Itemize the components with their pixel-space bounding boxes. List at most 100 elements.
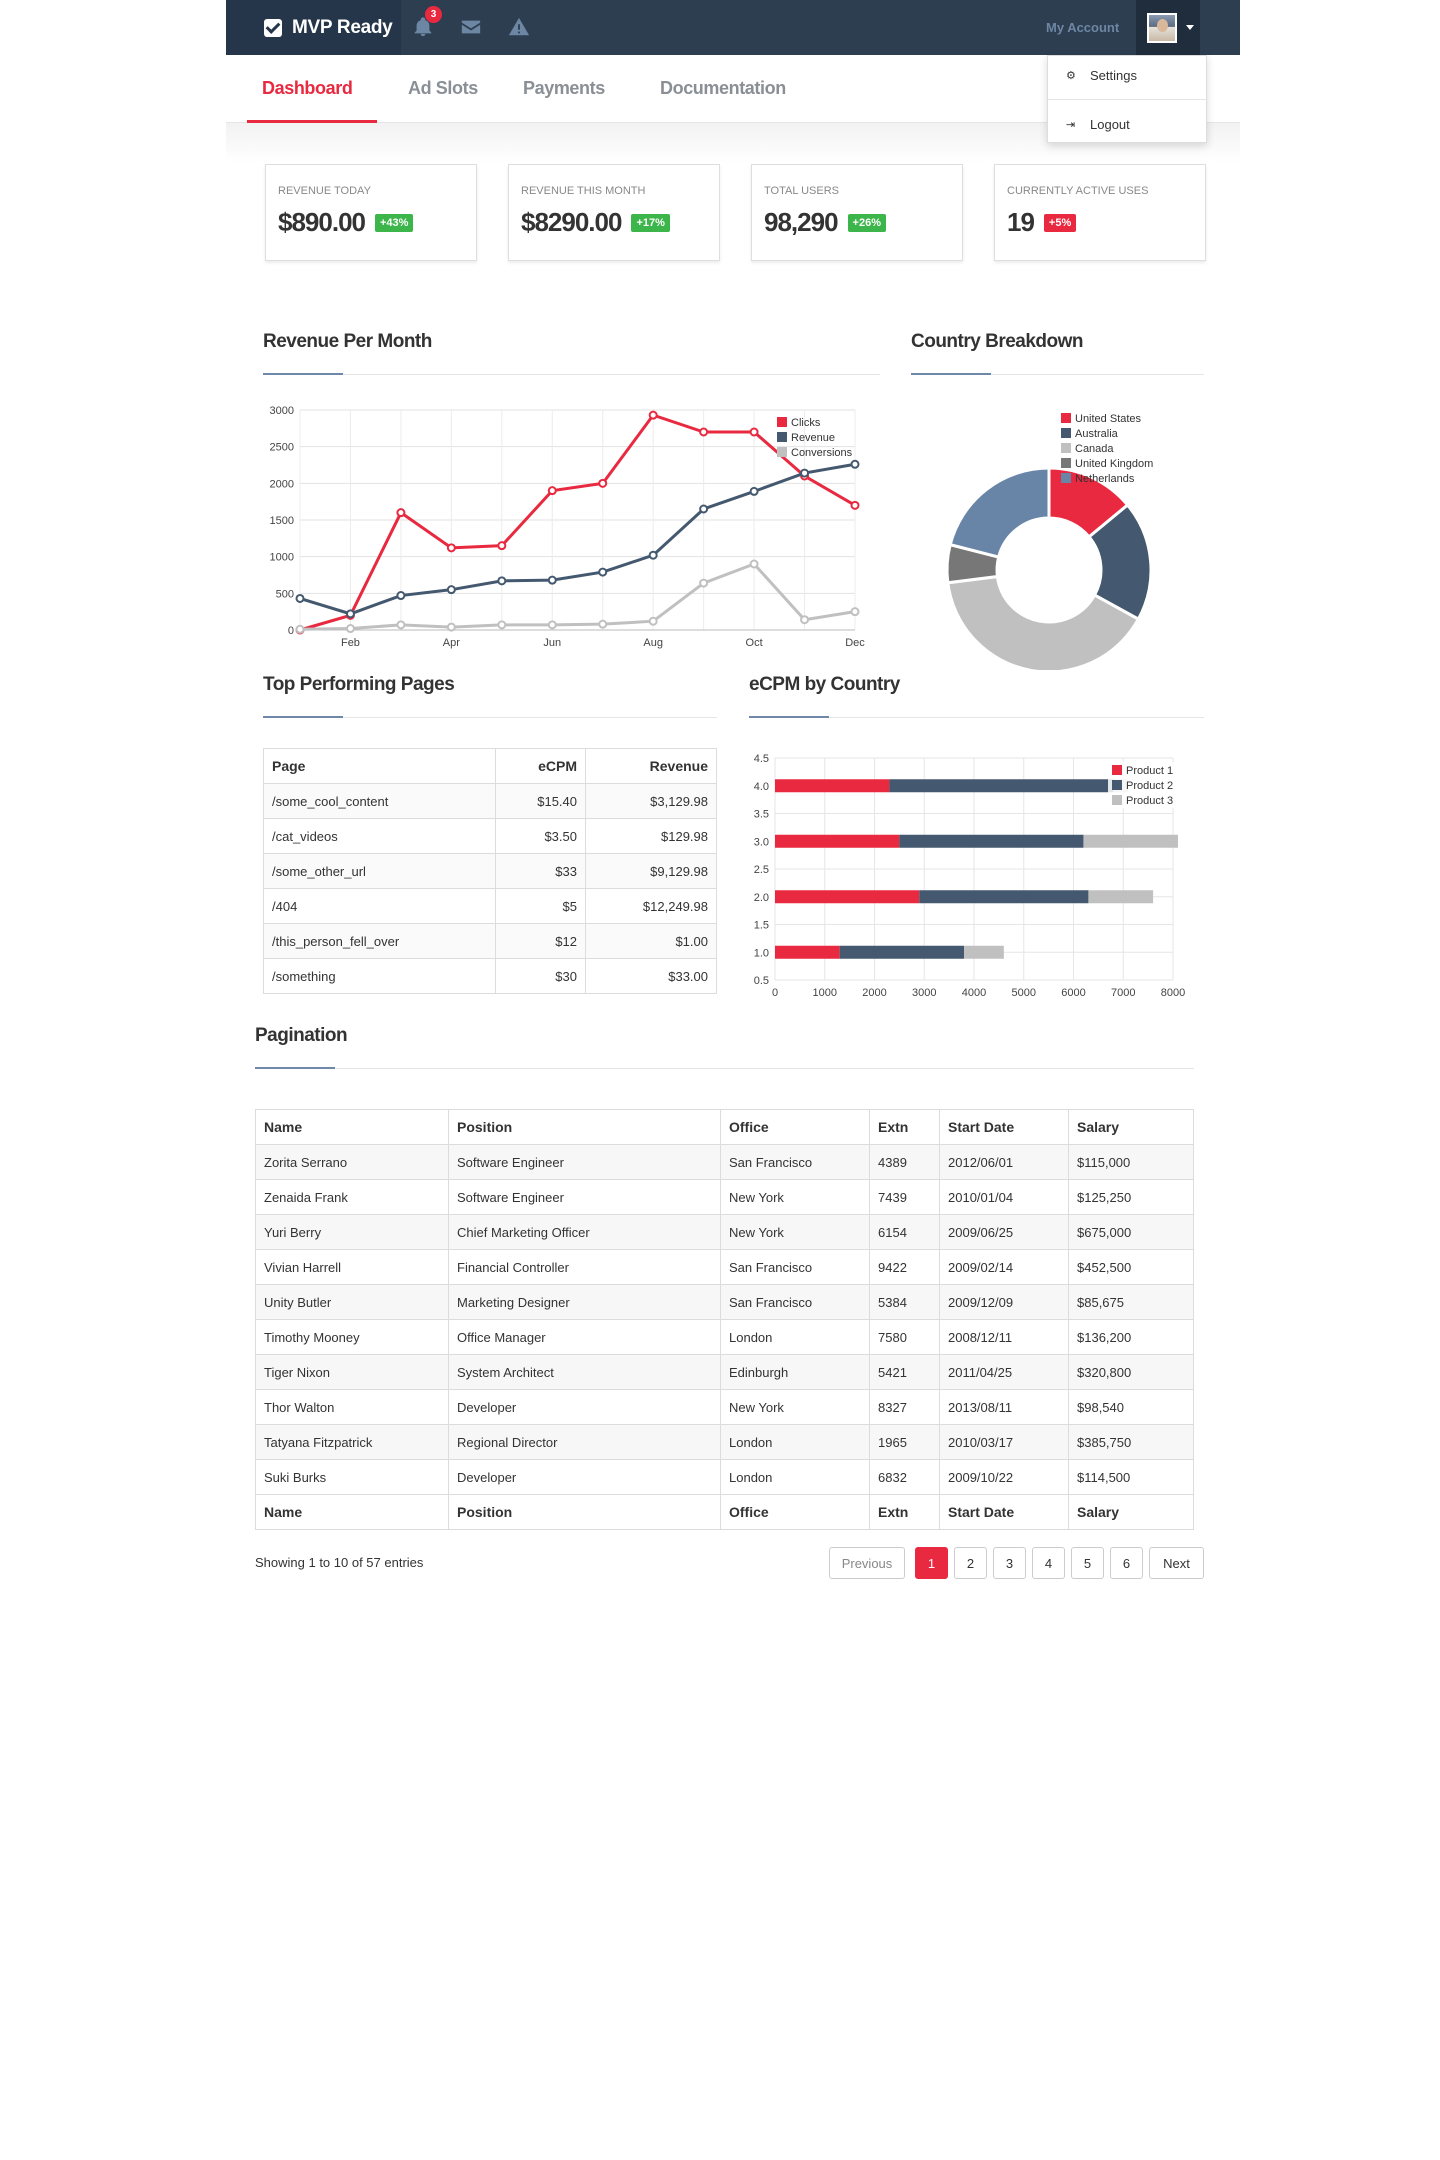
x-tick-label: 4000 (962, 987, 986, 999)
logout-menu-item[interactable]: ⇥ Logout (1048, 105, 1206, 143)
office-cell: San Francisco (720, 1284, 870, 1320)
start-date-cell: 2013/08/11 (939, 1389, 1069, 1425)
legend-label: United Kingdom (1075, 458, 1153, 470)
salary-cell: $85,675 (1068, 1284, 1194, 1320)
user-menu-toggle[interactable] (1136, 0, 1200, 55)
column-header-start-date[interactable]: Start Date (939, 1109, 1069, 1145)
x-tick-label: Dec (845, 637, 865, 649)
country-section-title: Country Breakdown (911, 331, 1084, 352)
page-button-6[interactable]: 6 (1110, 1547, 1143, 1579)
logout-label: Logout (1090, 116, 1130, 132)
data-point-conversions (497, 620, 507, 630)
footer-header-start-date: Start Date (939, 1494, 1069, 1530)
tab-dashboard[interactable]: Dashboard (247, 55, 377, 123)
name-cell: Zenaida Frank (255, 1179, 449, 1215)
sign-out-icon: ⇥ (1066, 118, 1076, 131)
tab-ad-slots[interactable]: Ad Slots (408, 55, 478, 123)
ecpm-cell: $15.40 (495, 783, 586, 819)
table-row: /something $30 $33.00 (263, 958, 717, 994)
legend-label: Australia (1075, 428, 1119, 440)
office-cell: San Francisco (720, 1144, 870, 1180)
page-cell: /something (263, 958, 496, 994)
column-header-extn[interactable]: Extn (869, 1109, 940, 1145)
top-pages-section-title: Top Performing Pages (263, 674, 455, 695)
data-point-revenue (850, 459, 860, 469)
next-page-button[interactable]: Next (1149, 1547, 1204, 1579)
x-tick-label: Apr (443, 637, 460, 649)
salary-cell: $125,250 (1068, 1179, 1194, 1215)
stat-card-total-users: TOTAL USERS 98,290 +26% (751, 164, 963, 261)
column-header-name[interactable]: Name (255, 1109, 449, 1145)
previous-page-button[interactable]: Previous (829, 1547, 905, 1579)
legend-swatch (1061, 413, 1071, 423)
y-tick-label: 1.0 (754, 947, 769, 959)
revenue-line-chart: 0 500 1000 1500 2000 2500 3000 Feb Apr Jun Aug Oct D… (270, 405, 866, 649)
legend-swatch (1061, 458, 1071, 468)
check-logo-icon (264, 18, 282, 37)
stat-label: REVENUE TODAY (278, 185, 371, 197)
my-account-link[interactable]: My Account (1046, 0, 1119, 55)
y-tick-label: 4.5 (754, 753, 769, 765)
country-donut-chart: United States Australia Canada United Kingd… (945, 413, 1153, 670)
column-header-ecpm[interactable]: eCPM (495, 748, 586, 784)
office-cell: London (720, 1319, 870, 1355)
x-tick-label: 0 (772, 987, 778, 999)
page-button-1[interactable]: 1 (915, 1547, 948, 1579)
table-row: /some_other_url $33 $9,129.98 (263, 853, 717, 889)
page-button-5[interactable]: 5 (1071, 1547, 1104, 1579)
y-tick-label: 1500 (270, 515, 294, 527)
y-tick-label: 2.0 (754, 892, 769, 904)
page-button-4[interactable]: 4 (1032, 1547, 1065, 1579)
footer-header-name: Name (255, 1494, 449, 1530)
revenue-cell: $129.98 (585, 818, 717, 854)
column-header-position[interactable]: Position (448, 1109, 721, 1145)
x-tick-label: 7000 (1111, 987, 1135, 999)
office-cell: San Francisco (720, 1249, 870, 1285)
column-header-salary[interactable]: Salary (1068, 1109, 1194, 1145)
tab-payments[interactable]: Payments (523, 55, 605, 123)
y-tick-label: 500 (276, 588, 294, 600)
series-line-conversions (299, 562, 856, 631)
column-header-revenue[interactable]: Revenue (585, 748, 717, 784)
data-point-clicks (497, 541, 507, 551)
series-line-clicks (299, 413, 856, 632)
bar-product-1 (775, 945, 840, 959)
legend-label: Canada (1075, 443, 1114, 455)
section-accent (255, 1067, 335, 1069)
stat-card-active-users: CURRENTLY ACTIVE USES 19 +5% (994, 164, 1206, 261)
brand[interactable]: MVP Ready (226, 0, 401, 55)
page-cell: /this_person_fell_over (263, 923, 496, 959)
table-row: /some_cool_content $15.40 $3,129.98 (263, 783, 717, 819)
bar-product-2 (899, 834, 1084, 848)
bell-icon[interactable]: 3 (412, 6, 442, 38)
x-tick-label: 5000 (1012, 987, 1036, 999)
start-date-cell: 2012/06/01 (939, 1144, 1069, 1180)
extn-cell: 8327 (869, 1389, 940, 1425)
warning-icon[interactable] (508, 16, 530, 38)
page-button-3[interactable]: 3 (993, 1547, 1026, 1579)
stat-value: $8290.00 (521, 207, 622, 237)
data-point-clicks (598, 478, 608, 488)
x-tick-label: 8000 (1161, 987, 1185, 999)
settings-menu-item[interactable]: ⚙ Settings (1048, 56, 1206, 94)
pagination-controls: Previous 1 2 3 4 5 6 Next (829, 1547, 1204, 1579)
stat-change-badge: +5% (1043, 213, 1077, 232)
data-point-clicks (396, 508, 406, 518)
y-tick-label: 3.5 (754, 809, 769, 821)
column-header-page[interactable]: Page (263, 748, 496, 784)
position-cell: Regional Director (448, 1424, 721, 1460)
legend-swatch (1061, 473, 1071, 483)
ecpm-cell: $5 (495, 888, 586, 924)
tab-documentation[interactable]: Documentation (660, 55, 786, 123)
column-header-office[interactable]: Office (720, 1109, 870, 1145)
envelope-icon[interactable] (460, 16, 482, 38)
table-row: Tiger Nixon System Architect Edinburgh 5421… (255, 1354, 1194, 1390)
legend-label: Netherlands (1075, 473, 1135, 485)
salary-cell: $115,000 (1068, 1144, 1194, 1180)
revenue-cell: $3,129.98 (585, 783, 717, 819)
data-point-revenue (547, 575, 557, 585)
x-tick-label: 3000 (912, 987, 936, 999)
page-button-2[interactable]: 2 (954, 1547, 987, 1579)
employees-table: Name Position Office Extn Start Date Sal… (255, 1109, 1194, 1530)
data-point-conversions (749, 559, 759, 569)
